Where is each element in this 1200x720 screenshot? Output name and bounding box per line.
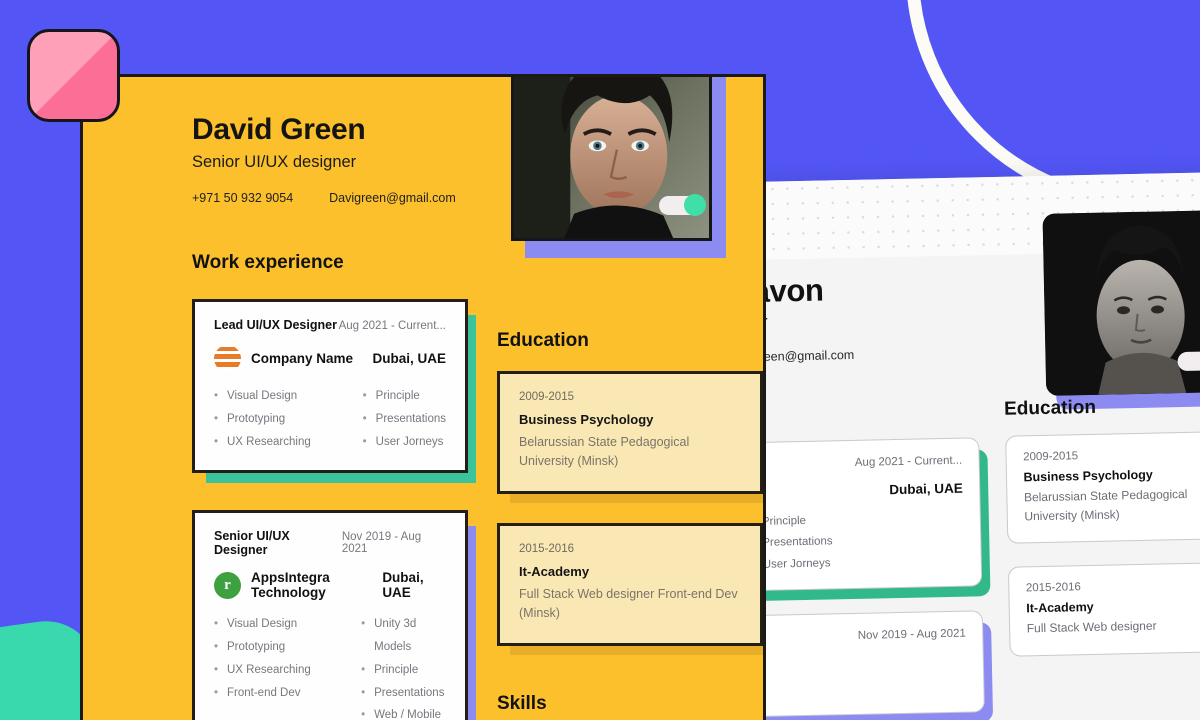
education-card[interactable]: 2009-2015 Business Psychology Belarussia…	[497, 371, 763, 503]
list-item: Principle	[363, 385, 446, 408]
list-item: Principle	[361, 659, 446, 682]
toggle-knob[interactable]	[684, 194, 706, 216]
job-location: Dubai, UAE	[382, 570, 424, 601]
foreground-resume-card[interactable]: David Green Senior UI/UX designer +971 5…	[80, 74, 766, 720]
list-item: User Jorneys	[763, 550, 965, 575]
work-card[interactable]: Senior UI/UX Designer Nov 2019 - Aug 202…	[192, 510, 476, 720]
education-heading: Education	[497, 330, 589, 351]
toggle-track	[659, 194, 706, 216]
edu-title: Business Psychology	[1023, 467, 1153, 485]
job-date: Aug 2021 - Current...	[338, 320, 446, 332]
background-education-card[interactable]: 2015-2016 It-Academy Full Stack Web desi…	[1007, 562, 1200, 657]
job-date: Nov 2019 - Aug 2021	[857, 627, 966, 642]
canvas: inka Davon JI/UX designer 1 9054 Davigre…	[0, 0, 1200, 720]
list-item: Presentations	[363, 408, 446, 431]
list-item: Web / Mobile	[361, 704, 446, 720]
edu-year: 2015-2016	[519, 542, 574, 555]
list-item: Prototyping	[214, 636, 325, 659]
list-item: Visual Design	[214, 613, 325, 636]
list-item: Prototyping	[214, 408, 327, 431]
striped-circle-logo-icon	[214, 345, 241, 372]
edu-year: 2015-2016	[1025, 581, 1082, 595]
pink-rounded-square-icon	[27, 29, 120, 122]
list-item: User Jorneys	[363, 431, 446, 454]
list-item: Visual Design	[214, 385, 327, 408]
edu-year: 2009-2015	[1023, 450, 1079, 464]
phone-number[interactable]: +971 50 932 9054	[192, 191, 293, 205]
job-location: Dubai, UAE	[372, 351, 446, 366]
job-company: AppsIntegra Technology	[251, 570, 330, 601]
edu-subtitle: Belarussian State Pedagogical University…	[1023, 486, 1188, 523]
job-title: Lead UI/UX Designer	[214, 318, 337, 332]
background-education-heading: Education	[1003, 396, 1097, 420]
job-date: Nov 2019 - Aug 2021	[341, 531, 422, 556]
edu-title: It-Academy	[1026, 600, 1094, 616]
list-item: Front-end Dev	[214, 682, 325, 705]
edu-subtitle: Full Stack Web designer	[1026, 618, 1157, 636]
edu-subtitle: Belarussian State Pedagogical University…	[519, 435, 690, 469]
list-item: Presentations	[361, 682, 446, 705]
list-item: UX Researching	[214, 659, 325, 682]
green-circle-r-logo-icon: r	[214, 571, 241, 599]
foreground-photo-toggle[interactable]	[659, 194, 706, 216]
work-experience-column: Lead UI/UX Designer Aug 2021 - Current..…	[83, 274, 476, 720]
foreground-avatar	[511, 77, 726, 258]
job-skill-list-right: Unity 3d Models Principle Presentations …	[361, 613, 446, 720]
avatar-image	[511, 77, 712, 241]
education-skills-column: Education 2009-2015 Business Psychology …	[468, 274, 763, 720]
work-card[interactable]: Lead UI/UX Designer Aug 2021 - Current..…	[192, 299, 476, 484]
job-skill-list-left: Visual Design Prototyping UX Researching…	[214, 613, 325, 720]
education-card[interactable]: 2015-2016 It-Academy Full Stack Web desi…	[497, 522, 763, 655]
job-date: Aug 2021 - Current...	[854, 454, 963, 469]
toggle-switch[interactable]	[659, 194, 706, 216]
edu-year: 2009-2015	[519, 391, 574, 403]
job-location: Dubai, UAE	[889, 480, 963, 498]
job-title: Senior UI/UX Designer	[214, 529, 290, 558]
background-education-card[interactable]: 2009-2015 Business Psychology Belarussia…	[1004, 431, 1200, 544]
edu-subtitle: Full Stack Web designer Front-end Dev (M…	[519, 586, 738, 621]
job-skill-list-left: Visual Design Prototyping UX Researching	[214, 385, 327, 453]
skills-heading: Skills	[497, 692, 547, 714]
job-company: Company Name	[251, 351, 354, 366]
edu-title: It-Academy	[519, 563, 590, 579]
list-item: UX Researching	[214, 431, 327, 454]
list-item: Unity 3d Models	[361, 613, 446, 659]
edu-title: Business Psychology	[519, 412, 654, 427]
job-skill-list-right: Principle Presentations User Jorneys	[363, 385, 446, 453]
email-address[interactable]: Davigreen@gmail.com	[329, 191, 456, 205]
